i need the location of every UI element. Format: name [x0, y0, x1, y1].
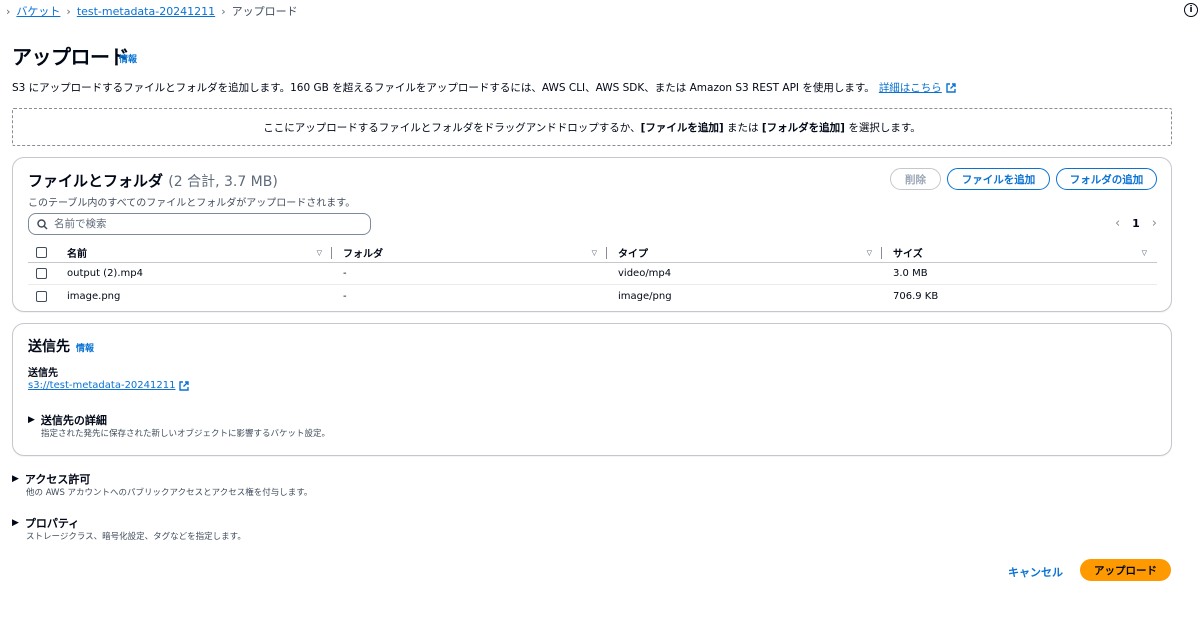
destination-label: 送信先 — [28, 368, 58, 379]
search-input[interactable] — [54, 218, 354, 230]
destination-details-desc: 指定された発先に保存された新しいオブジェクトに影響するバケット設定。 — [41, 429, 331, 439]
column-size-label: サイズ — [893, 249, 923, 260]
column-folder[interactable]: フォルダ ▽ — [332, 243, 607, 262]
row-select-cell — [28, 285, 56, 307]
select-all-cell — [28, 243, 56, 262]
files-panel-heading: ファイルとフォルダ — [28, 172, 164, 190]
chevron-right-icon: › — [6, 4, 11, 18]
table-row[interactable]: output (2).mp4 - video/mp4 3.0 MB — [28, 263, 1157, 285]
page-title: アップロード — [12, 45, 130, 69]
row-checkbox[interactable] — [36, 290, 47, 302]
files-and-folders-panel: ファイルとフォルダ (2 合計, 3.7 MB) このテーブル内のすべてのファイ… — [12, 157, 1172, 312]
permissions-title: アクセス許可 — [24, 473, 91, 486]
description-text: S3 にアップロードするファイルとフォルダを追加します。160 GB を超えるフ… — [12, 82, 875, 94]
properties-desc: ストレージクラス、暗号化設定、タグなどを指定します。 — [26, 532, 246, 542]
breadcrumb-bucket[interactable]: test-metadata-20241211 — [77, 5, 215, 18]
add-folder-button[interactable]: フォルダの追加 — [1056, 168, 1157, 190]
drop-zone-text-1: ここにアップロードするファイルとフォルダをドラッグアンドドロップするか、 — [263, 121, 641, 134]
chevron-right-icon: › — [221, 4, 226, 18]
row-select-cell — [28, 263, 56, 284]
table-header: 名前 ▽ フォルダ ▽ タイプ ▽ サイズ ▽ — [28, 243, 1157, 263]
column-type[interactable]: タイプ ▽ — [607, 243, 882, 262]
file-type: image/png — [618, 290, 672, 302]
files-panel-description: このテーブル内のすべてのファイルとフォルダがアップロードされます。 — [28, 198, 356, 209]
breadcrumb-buckets[interactable]: バケット — [16, 3, 60, 19]
files-table: 名前 ▽ フォルダ ▽ タイプ ▽ サイズ ▽ output (2).mp4 -… — [28, 243, 1157, 307]
file-size: 706.9 KB — [893, 290, 939, 302]
info-panel-icon[interactable]: i — [1184, 3, 1198, 17]
destination-title: 送信先 — [28, 339, 70, 355]
search-field[interactable] — [28, 213, 371, 235]
current-page[interactable]: 1 — [1132, 217, 1140, 230]
caret-right-icon: ▶ — [28, 415, 35, 425]
file-type: video/mp4 — [618, 268, 672, 279]
previous-page-icon[interactable]: ‹ — [1115, 216, 1120, 231]
delete-button[interactable]: 削除 — [890, 168, 941, 190]
external-link-icon — [946, 82, 956, 93]
permissions-desc: 他の AWS アカウントへのパブリックアクセスとアクセス権を付与します。 — [26, 488, 313, 498]
add-files-button[interactable]: ファイルを追加 — [947, 168, 1050, 190]
upload-button[interactable]: アップロード — [1080, 559, 1171, 581]
file-folder: - — [343, 290, 347, 302]
breadcrumb-current: アップロード — [231, 5, 298, 18]
column-folder-label: フォルダ — [343, 249, 383, 260]
file-name: image.png — [67, 290, 121, 302]
destination-s3-link[interactable]: s3://test-metadata-20241211 — [28, 380, 175, 391]
cancel-button[interactable]: キャンセル — [1008, 564, 1063, 580]
sort-icon[interactable]: ▽ — [317, 249, 322, 257]
destination-info-link[interactable]: 情報 — [76, 341, 94, 354]
destination-panel: 送信先 情報 送信先 s3://test-metadata-20241211 ▶… — [12, 323, 1172, 456]
page-description: S3 にアップロードするファイルとフォルダを追加します。160 GB を超えるフ… — [12, 80, 956, 95]
next-page-icon[interactable]: › — [1152, 216, 1157, 231]
column-type-label: タイプ — [618, 249, 648, 260]
files-count: (2 合計, 3.7 MB) — [168, 174, 278, 190]
destination-details-toggle[interactable]: ▶ 送信先の詳細 — [28, 412, 107, 428]
drop-zone-text-3: を選択します。 — [844, 121, 921, 134]
destination-details-title: 送信先の詳細 — [40, 414, 107, 427]
pagination: ‹ 1 › — [1115, 216, 1157, 231]
column-name[interactable]: 名前 ▽ — [56, 243, 332, 262]
drop-zone-add-files: [ファイルを追加] — [640, 121, 724, 134]
info-link[interactable]: 情報 — [119, 52, 137, 65]
destination-link-row: s3://test-metadata-20241211 — [28, 380, 190, 391]
file-name: output (2).mp4 — [67, 268, 143, 279]
files-panel-title: ファイルとフォルダ (2 合計, 3.7 MB) — [28, 170, 278, 191]
chevron-right-icon: › — [66, 4, 71, 18]
search-icon — [37, 218, 48, 230]
sort-icon[interactable]: ▽ — [1142, 249, 1147, 257]
drop-zone[interactable]: ここにアップロードするファイルとフォルダをドラッグアンドドロップするか、 [ファ… — [12, 108, 1172, 146]
external-link-icon — [179, 380, 190, 391]
row-checkbox[interactable] — [36, 268, 47, 279]
permissions-toggle[interactable]: ▶ アクセス許可 — [12, 471, 90, 487]
properties-toggle[interactable]: ▶ プロパティ — [12, 515, 79, 531]
file-folder: - — [343, 268, 347, 279]
file-size: 3.0 MB — [893, 268, 928, 279]
drop-zone-text-2: または — [723, 121, 762, 134]
caret-right-icon: ▶ — [12, 474, 19, 484]
column-name-label: 名前 — [67, 249, 87, 260]
drop-zone-add-folder: [フォルダを追加] — [761, 121, 845, 134]
select-all-checkbox[interactable] — [36, 247, 47, 258]
table-row[interactable]: image.png - image/png 706.9 KB — [28, 285, 1157, 307]
column-size[interactable]: サイズ ▽ — [882, 243, 1157, 262]
properties-title: プロパティ — [24, 517, 80, 530]
learn-more-link[interactable]: 詳細はこちら — [879, 80, 942, 95]
sort-icon[interactable]: ▽ — [867, 249, 872, 257]
breadcrumb: › バケット › test-metadata-20241211 › アップロード — [6, 3, 298, 19]
caret-right-icon: ▶ — [12, 518, 19, 528]
sort-icon[interactable]: ▽ — [592, 249, 597, 257]
